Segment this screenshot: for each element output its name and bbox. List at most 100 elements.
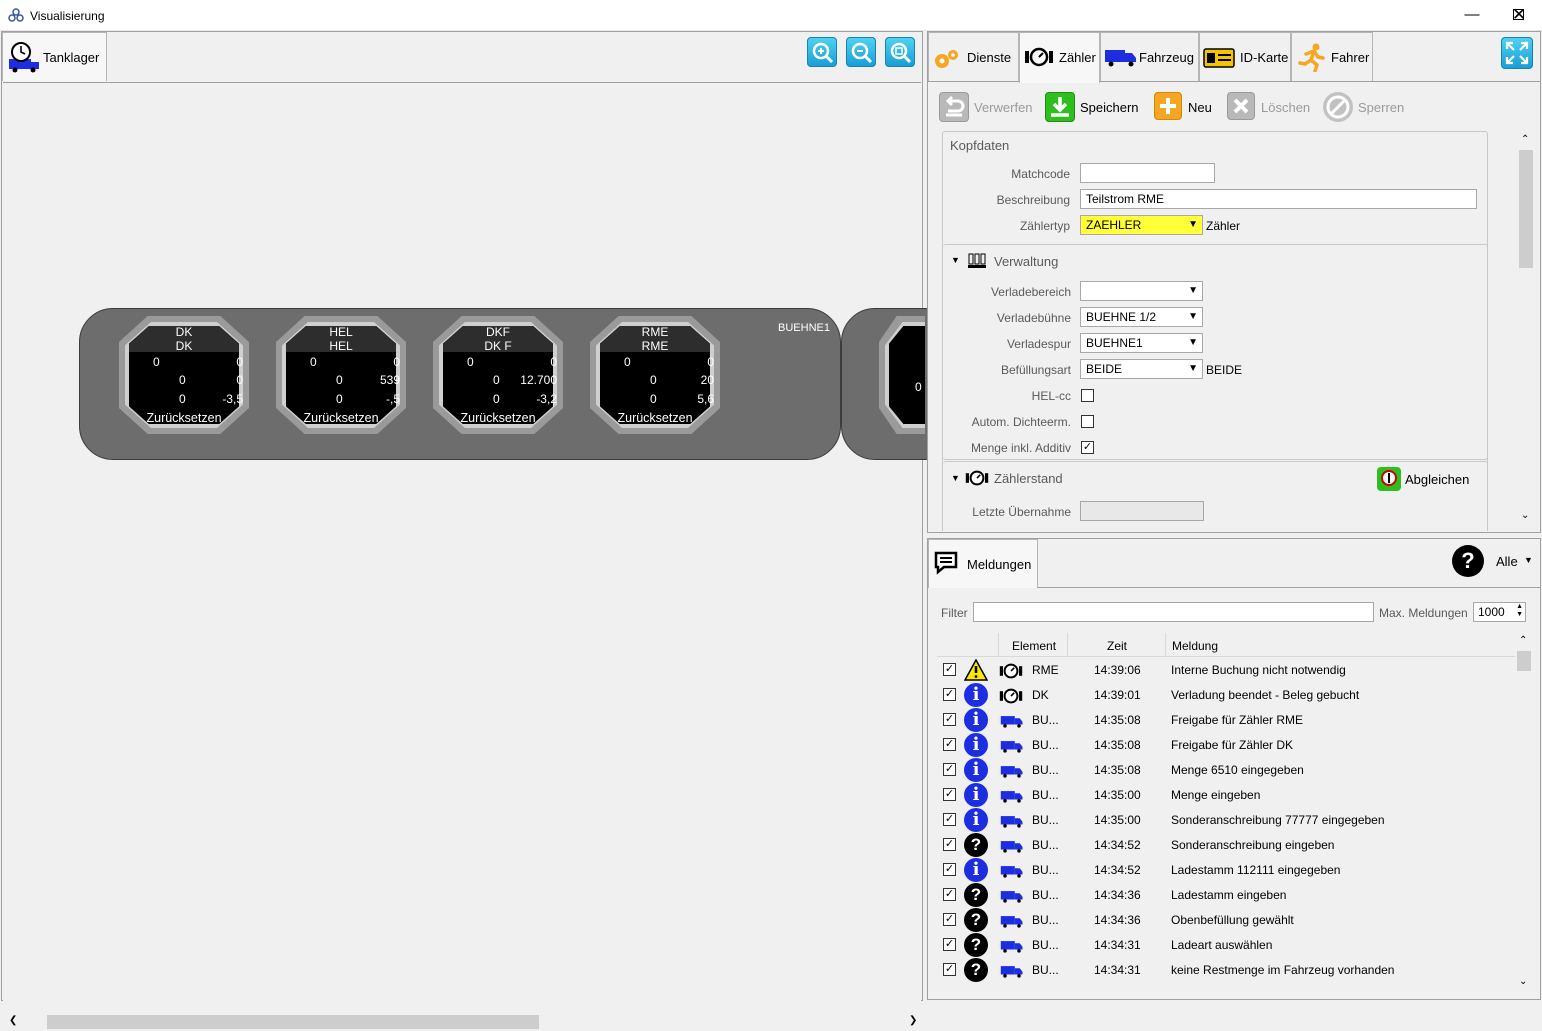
table-row[interactable]: ✓ RME 14:39:06 Interne Buchung nicht notwen… [937,658,1511,683]
scroll-down-icon[interactable]: ⌄ [1519,976,1527,987]
zaehlertyp-select[interactable]: ZAEHLER ▼ [1080,215,1203,235]
tab-meldungen[interactable]: Meldungen [928,539,1038,588]
detail-vertical-scrollbar[interactable]: ⌃ ⌄ [1517,132,1535,526]
info-icon: i [964,783,988,807]
col-zeit[interactable]: Zeit [1107,639,1127,653]
save-button[interactable]: Speichern [1045,90,1145,124]
scroll-down-icon[interactable]: ⌄ [1521,510,1529,521]
row-message: Interne Buchung nicht notwendig [1171,663,1346,677]
scroll-thumb[interactable] [1517,651,1531,671]
row-checkbox[interactable]: ✓ [943,863,956,876]
table-row[interactable]: ✓ i BU... 14:34:52 Ladestamm 112111 eingegeb… [937,858,1511,883]
messages-table: Element Zeit Meldung ✓ RME 14:39:06 Interne… [937,633,1515,993]
flow-meter[interactable]: DK DK 0 0 0 0 0 -3,5 Zurücksetzen [115,312,253,438]
zoom-out-button[interactable] [846,37,876,67]
tab-fahrzeug[interactable]: Fahrzeug [1100,32,1199,81]
row-checkbox[interactable]: ✓ [943,763,956,776]
row-time: 14:35:00 [1094,813,1141,827]
scroll-thumb[interactable] [47,1015,539,1029]
tab-zaehler[interactable]: Zähler [1019,32,1100,83]
spinner-icon[interactable]: ▲ ▼ [1516,603,1523,619]
row-checkbox[interactable]: ✓ [943,813,956,826]
tab-tanklager[interactable]: Tanklager [2,32,107,81]
kopfdaten-group: Kopfdaten Matchcode Beschreibung Teilstr… [942,131,1488,531]
beschreibung-input[interactable]: Teilstrom RME [1080,189,1477,209]
verladespur-select[interactable]: BUEHNE1 ▼ [1080,333,1203,353]
filter-input[interactable] [973,602,1374,622]
table-row[interactable]: ✓? BU... 14:34:36 Obenbefüllung gewählt [937,908,1511,933]
tab-fahrer[interactable]: Fahrer [1291,32,1373,81]
row-time: 14:34:36 [1094,888,1141,902]
verladebereich-select[interactable]: ▼ [1080,281,1203,301]
befuellungsart-select[interactable]: BEIDE ▼ [1080,359,1203,379]
table-row[interactable]: ✓? BU... 14:34:36 Ladestamm eingeben [937,883,1511,908]
flow-meter[interactable]: RME RME 0 0 0 20 0 5,6 Zurücksetzen [586,312,724,438]
row-checkbox[interactable]: ✓ [943,838,956,851]
fullscreen-button[interactable] [1501,37,1533,69]
autom-checkbox[interactable] [1081,415,1094,428]
reset-button[interactable]: Zurücksetzen [272,411,410,425]
row-checkbox[interactable]: ✓ [943,713,956,726]
row-checkbox[interactable]: ✓ [943,788,956,801]
table-row[interactable]: ✓? BU... 14:34:31 Ladeart auswählen [937,933,1511,958]
row-checkbox[interactable]: ✓ [943,963,956,976]
menge-checkbox[interactable]: ✓ [1081,441,1094,454]
max-meldungen-spinner[interactable]: 1000 ▲ ▼ [1473,602,1526,622]
abgleichen-button[interactable]: Abgleichen [1377,467,1487,491]
delete-button[interactable]: Löschen [1227,90,1310,124]
tab-dienste[interactable]: Dienste [928,32,1019,81]
row-checkbox[interactable]: ✓ [943,738,956,751]
meter-partial[interactable]: 0 Zu [875,312,925,438]
tab-id-karte[interactable]: ID-Karte [1199,32,1291,81]
reset-button[interactable]: Zurücksetzen [429,411,567,425]
row-checkbox[interactable]: ✓ [943,663,956,676]
reset-button[interactable]: Zurücksetzen [115,411,253,425]
row-element: BU... [1032,888,1059,902]
helcc-checkbox[interactable] [1081,389,1094,402]
truck-icon [1000,716,1023,728]
partial-value: 0 [915,380,922,394]
table-row[interactable]: ✓? BU... 14:34:52 Sonderanschreibung eingeb… [937,833,1511,858]
table-row[interactable]: ✓ i BU... 14:35:08 Freigabe für Zähler RME [937,708,1511,733]
verladebuehne-select[interactable]: BUEHNE 1/2 ▼ [1080,307,1203,327]
tab-tanklager-label: Tanklager [43,50,100,65]
zoom-in-button[interactable] [807,37,837,67]
partial-reset: Zu [907,436,921,438]
collapse-icon[interactable]: ▼ [951,255,960,265]
scroll-up-icon[interactable]: ⌃ [1519,635,1527,646]
messages-vertical-scrollbar[interactable]: ⌃ ⌄ [1515,633,1533,993]
filter-type-dropdown[interactable]: ? Alle ▼ [1452,545,1536,579]
scroll-up-icon[interactable]: ⌃ [1521,134,1529,145]
discard-button[interactable]: Verwerfen [939,90,1039,124]
row-message: Sonderanschreibung eingeben [1171,838,1335,852]
table-row[interactable]: ✓? BU... 14:34:31 keine Restmenge im Fahrze… [937,958,1511,983]
collapse-icon[interactable]: ▼ [951,473,960,483]
table-row[interactable]: ✓ i DK 14:39:01 Verladung beendet - Beleg ge… [937,683,1511,708]
row-checkbox[interactable]: ✓ [943,938,956,951]
row-checkbox[interactable]: ✓ [943,913,956,926]
info-icon: i [964,858,988,882]
row-checkbox[interactable]: ✓ [943,888,956,901]
max-meldungen-value: 1000 [1478,605,1505,619]
flow-meter[interactable]: HEL HEL 0 0 0 539 0 -,5 Zurücksetzen [272,312,410,438]
zoom-fit-button[interactable] [885,37,915,67]
lock-button[interactable]: Sperren [1323,90,1413,124]
window-title: Visualisierung [30,9,105,23]
meter-value: 0 [393,355,400,369]
scroll-right-icon[interactable]: ❯ [909,1015,917,1026]
col-meldung[interactable]: Meldung [1172,639,1218,653]
scroll-thumb[interactable] [1519,150,1533,268]
close-button[interactable]: ✕ [1496,0,1542,30]
scroll-left-icon[interactable]: ❮ [9,1015,17,1026]
col-element[interactable]: Element [1012,639,1056,653]
matchcode-input[interactable] [1080,163,1215,183]
reset-button[interactable]: Zurücksetzen [586,411,724,425]
row-checkbox[interactable]: ✓ [943,688,956,701]
table-row[interactable]: ✓ i BU... 14:35:00 Sonderanschreibung 77777 … [937,808,1511,833]
flow-meter[interactable]: DKF DK F 0 0 0 12.700 0 -3,2 Zurücksetzen [429,312,567,438]
table-row[interactable]: ✓ i BU... 14:35:08 Freigabe für Zähler DK [937,733,1511,758]
meter-icon [1025,47,1053,67]
table-row[interactable]: ✓ i BU... 14:35:08 Menge 6510 eingegeben [937,758,1511,783]
new-button[interactable]: Neu [1154,90,1218,124]
table-row[interactable]: ✓ i BU... 14:35:00 Menge eingeben [937,783,1511,808]
